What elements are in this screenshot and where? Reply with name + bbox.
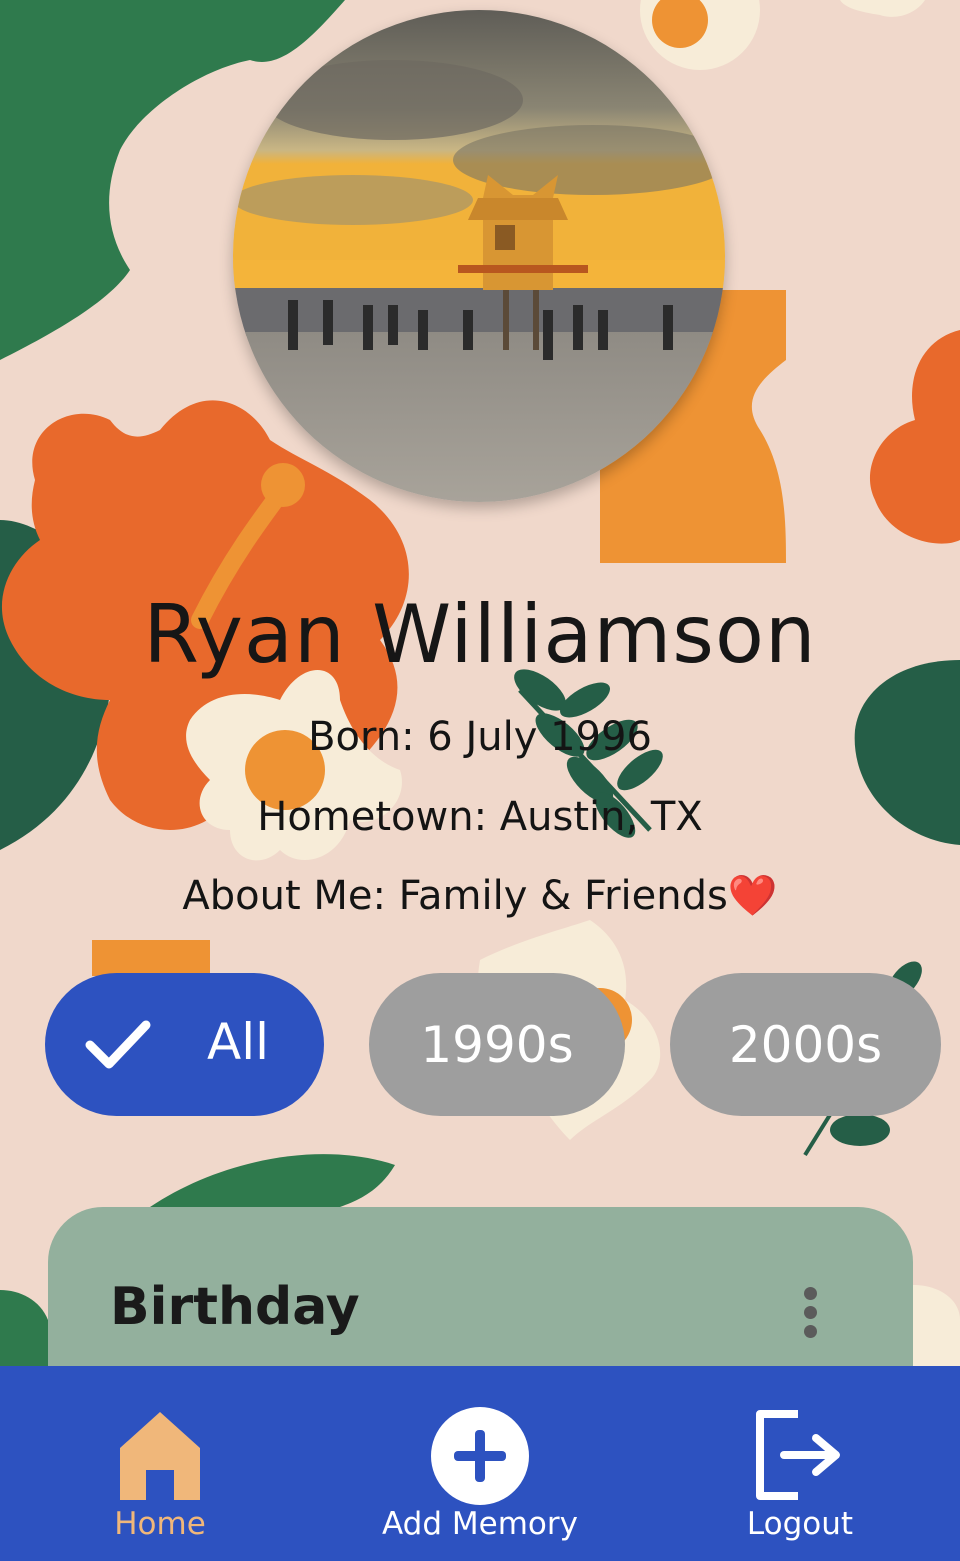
born-text: Born: 6 July 1996: [308, 714, 652, 760]
filter-chip-2000s[interactable]: 2000s: [670, 973, 941, 1116]
about-me-label: About Me: Family & Friends: [182, 873, 728, 919]
profile-avatar[interactable]: [233, 10, 725, 502]
home-icon: [120, 1412, 200, 1500]
profile-name: Ryan Williamson: [143, 588, 817, 681]
filter-chip-2000s-label: 2000s: [728, 1015, 883, 1074]
check-icon: [85, 1020, 151, 1069]
nav-logout[interactable]: Logout: [720, 1366, 880, 1561]
about-me-text: About Me: Family & Friends❤️: [0, 872, 960, 919]
plus-circle-icon: [431, 1407, 529, 1505]
leaf-shape-bottom: [150, 1154, 395, 1207]
more-options-icon[interactable]: [800, 1287, 820, 1339]
beach-yoga-photo: [233, 10, 725, 502]
nav-home[interactable]: Home: [80, 1366, 240, 1561]
memory-card-title: Birthday: [110, 1277, 360, 1337]
flower-shape-right: [869, 330, 960, 544]
logout-icon: [756, 1410, 840, 1500]
nav-add-memory-label: Add Memory: [382, 1506, 578, 1542]
heart-icon: ❤️: [727, 873, 778, 919]
block-shape: [92, 940, 210, 976]
nav-home-label: Home: [114, 1506, 206, 1542]
filter-chip-all[interactable]: All: [45, 973, 324, 1116]
bottom-nav-bar: Home Add Memory Logout: [0, 1366, 960, 1561]
filter-chip-1990s-label: 1990s: [420, 1015, 574, 1074]
nav-add-memory[interactable]: Add Memory: [360, 1366, 600, 1561]
nav-logout-label: Logout: [746, 1506, 854, 1542]
hometown-text: Hometown: Austin, TX: [257, 794, 703, 840]
filter-chip-all-label: All: [207, 1013, 269, 1071]
filter-chip-1990s[interactable]: 1990s: [369, 973, 625, 1116]
